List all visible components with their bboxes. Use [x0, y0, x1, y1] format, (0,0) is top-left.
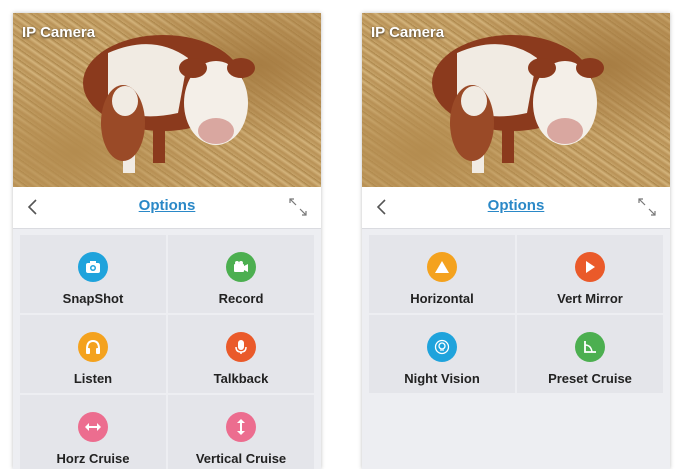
horizontal-button[interactable]: Horizontal	[369, 235, 515, 313]
expand-arrows-icon	[638, 198, 656, 216]
night-vision-label: Night Vision	[404, 371, 480, 386]
horizontal-label: Horizontal	[410, 291, 474, 306]
horz-cruise-button[interactable]: Horz Cruise	[20, 395, 166, 469]
talkback-label: Talkback	[213, 371, 269, 386]
bulb-icon	[427, 332, 457, 362]
play-triangle-icon	[575, 252, 605, 282]
headphones-icon	[78, 332, 108, 362]
listen-label: Listen	[73, 371, 113, 386]
camera-icon	[78, 252, 108, 282]
preset-cruise-button[interactable]: Preset Cruise	[517, 315, 663, 393]
vertical-cruise-button[interactable]: Vertical Cruise	[168, 395, 314, 469]
vertical-cruise-label: Vertical Cruise	[195, 451, 287, 466]
snapshot-button[interactable]: SnapShot	[20, 235, 166, 313]
nav-bar: Options	[13, 187, 321, 229]
camera-title: IP Camera	[22, 24, 96, 41]
options-grid: SnapShot Record Listen Talkback Horz Cru…	[20, 235, 314, 469]
record-label: Record	[218, 291, 264, 306]
options-screen-right: IP Camera Options Horizontal Vert Mirror…	[362, 13, 670, 469]
record-button[interactable]: Record	[168, 235, 314, 313]
expand-arrows-icon	[289, 198, 307, 216]
camera-feed[interactable]: IP Camera	[13, 13, 321, 187]
horz-cruise-label: Horz Cruise	[56, 451, 130, 466]
fullscreen-button[interactable]	[287, 196, 309, 218]
vert-mirror-button[interactable]: Vert Mirror	[517, 235, 663, 313]
preset-cruise-label: Preset Cruise	[548, 371, 632, 386]
night-vision-button[interactable]: Night Vision	[369, 315, 515, 393]
chart-corner-icon	[575, 332, 605, 362]
nav-title: Options	[487, 197, 545, 214]
video-camera-icon	[226, 252, 256, 282]
listen-button[interactable]: Listen	[20, 315, 166, 393]
options-grid: Horizontal Vert Mirror Night Vision Pres…	[369, 235, 663, 393]
talkback-button[interactable]: Talkback	[168, 315, 314, 393]
vert-mirror-label: Vert Mirror	[557, 291, 623, 306]
vertical-arrows-icon	[226, 412, 256, 442]
snapshot-label: SnapShot	[62, 291, 124, 306]
camera-feed[interactable]: IP Camera	[362, 13, 670, 187]
options-screen-left: IP Camera Options SnapShot Record Listen…	[13, 13, 321, 469]
warning-triangle-icon	[427, 252, 457, 282]
horizontal-arrows-icon	[78, 412, 108, 442]
fullscreen-button[interactable]	[636, 196, 658, 218]
nav-title: Options	[138, 197, 196, 214]
microphone-icon	[226, 332, 256, 362]
nav-bar: Options	[362, 187, 670, 229]
camera-title: IP Camera	[371, 24, 445, 41]
